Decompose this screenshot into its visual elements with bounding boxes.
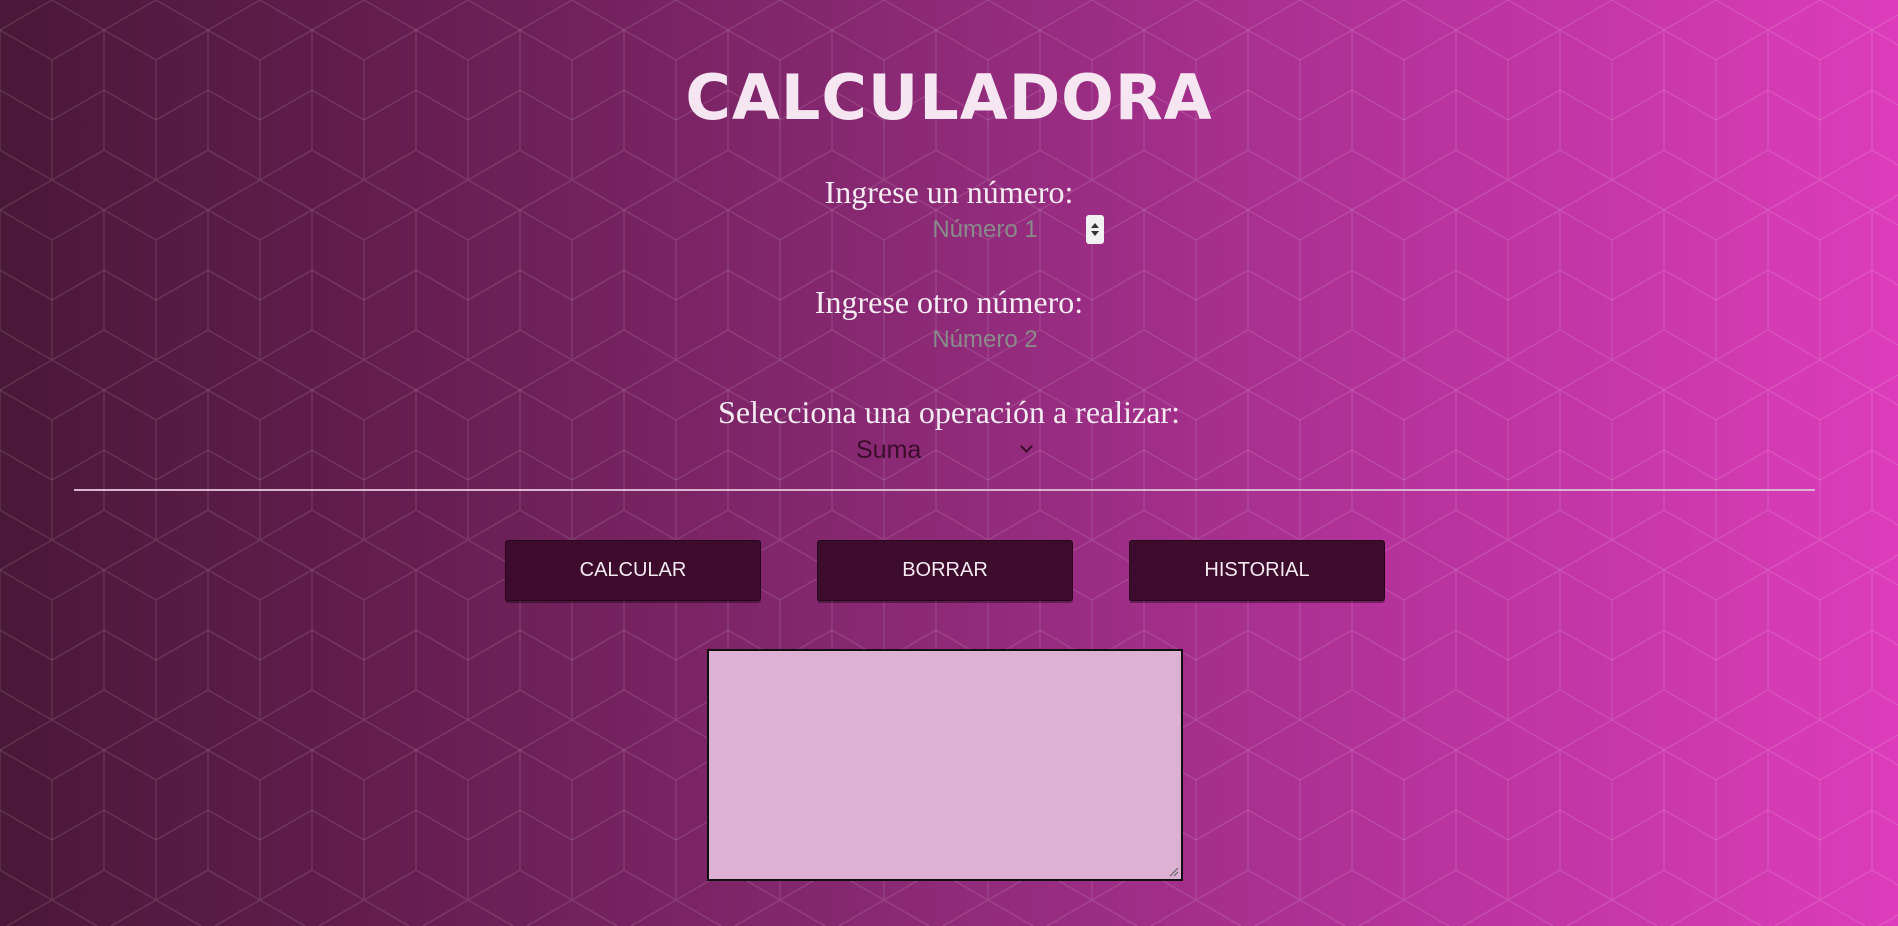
number-spinner-icon[interactable]	[1086, 215, 1104, 244]
first-number-label: Ingrese un número:	[824, 174, 1074, 210]
operation-select[interactable]: Suma	[850, 432, 1040, 468]
clear-button[interactable]: BORRAR	[817, 540, 1073, 601]
history-button[interactable]: HISTORIAL	[1129, 540, 1385, 601]
calculate-button[interactable]: CALCULAR	[505, 540, 761, 601]
second-number-input[interactable]	[880, 324, 1090, 356]
result-output[interactable]	[707, 649, 1183, 881]
chevron-down-icon	[1020, 440, 1033, 453]
operation-label: Selecciona una operación a realizar:	[718, 394, 1180, 430]
second-number-field[interactable]	[860, 323, 1110, 357]
second-number-label: Ingrese otro número:	[814, 284, 1084, 320]
divider	[74, 489, 1815, 491]
spinner-up-icon[interactable]	[1091, 223, 1099, 228]
first-number-input[interactable]	[880, 214, 1090, 246]
spinner-down-icon[interactable]	[1091, 231, 1099, 236]
calculator-page: CALCULADORA Ingrese un número: Ingrese o…	[0, 0, 1898, 926]
operation-selected-value: Suma	[856, 435, 922, 464]
page-title: CALCULADORA	[685, 61, 1213, 134]
first-number-field[interactable]	[860, 213, 1110, 247]
